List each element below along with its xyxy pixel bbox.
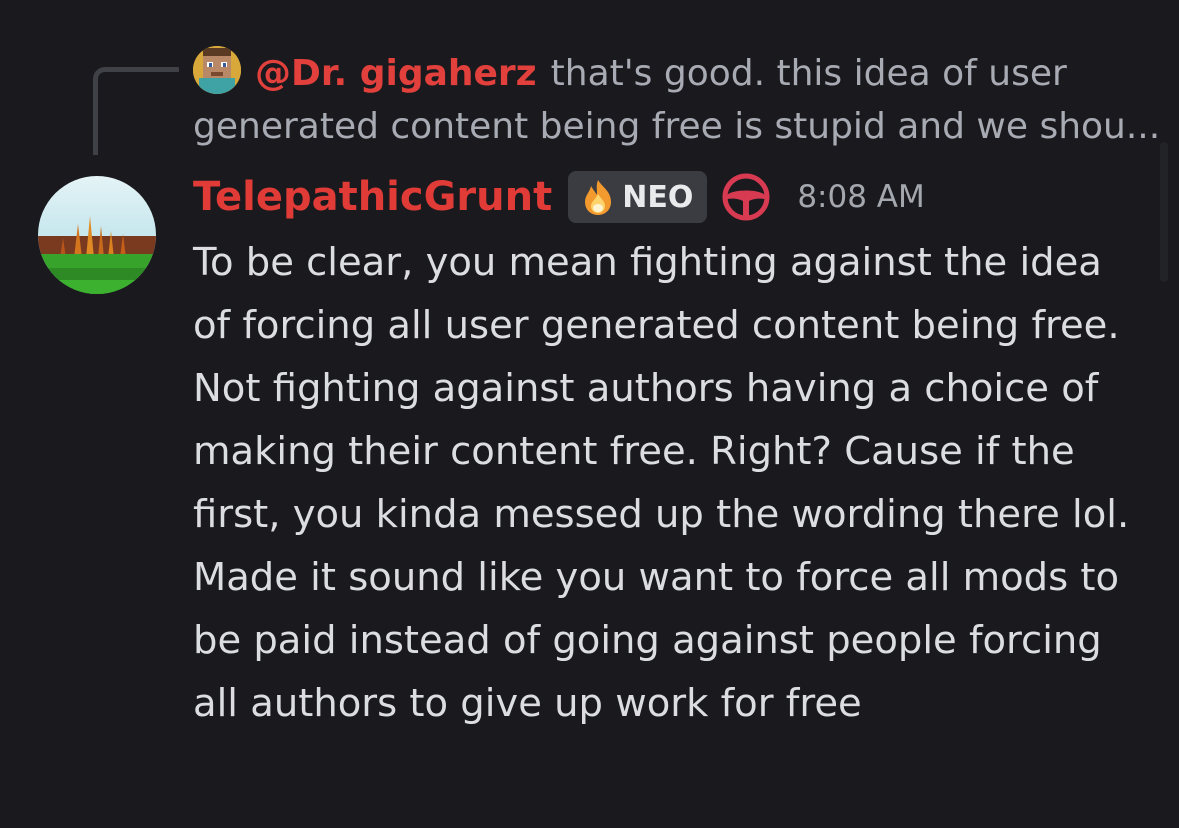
user-avatar[interactable] [38, 176, 156, 294]
reply-text-line-2: generated content being free is stupid a… [193, 106, 1161, 147]
pixel-character-avatar-icon[interactable] [193, 46, 241, 94]
message-body: To be clear, you mean fighting against t… [193, 240, 1130, 726]
scrollbar-thumb[interactable] [1160, 142, 1168, 282]
reply-text-line-1: that's good. this idea of user [550, 53, 1067, 94]
reply-preview-line-1: @Dr. gigaherz that's good. this idea of u… [193, 46, 1153, 100]
username[interactable]: TelepathicGrunt [193, 174, 552, 220]
clan-tag-label: NEO [622, 179, 694, 215]
clan-tag-badge[interactable]: NEO [568, 171, 708, 223]
message-header: TelepathicGrunt NEO 8:08 AM [193, 168, 925, 226]
reply-author-name[interactable]: @Dr. gigaherz [255, 53, 537, 94]
fire-icon [585, 180, 612, 215]
steering-wheel-icon[interactable] [721, 172, 771, 222]
message-timestamp[interactable]: 8:08 AM [797, 179, 924, 215]
temple-landscape-avatar [38, 176, 156, 294]
reply-preview[interactable]: @Dr. gigaherz that's good. this idea of u… [193, 46, 1161, 154]
reply-connector-line [93, 67, 179, 155]
